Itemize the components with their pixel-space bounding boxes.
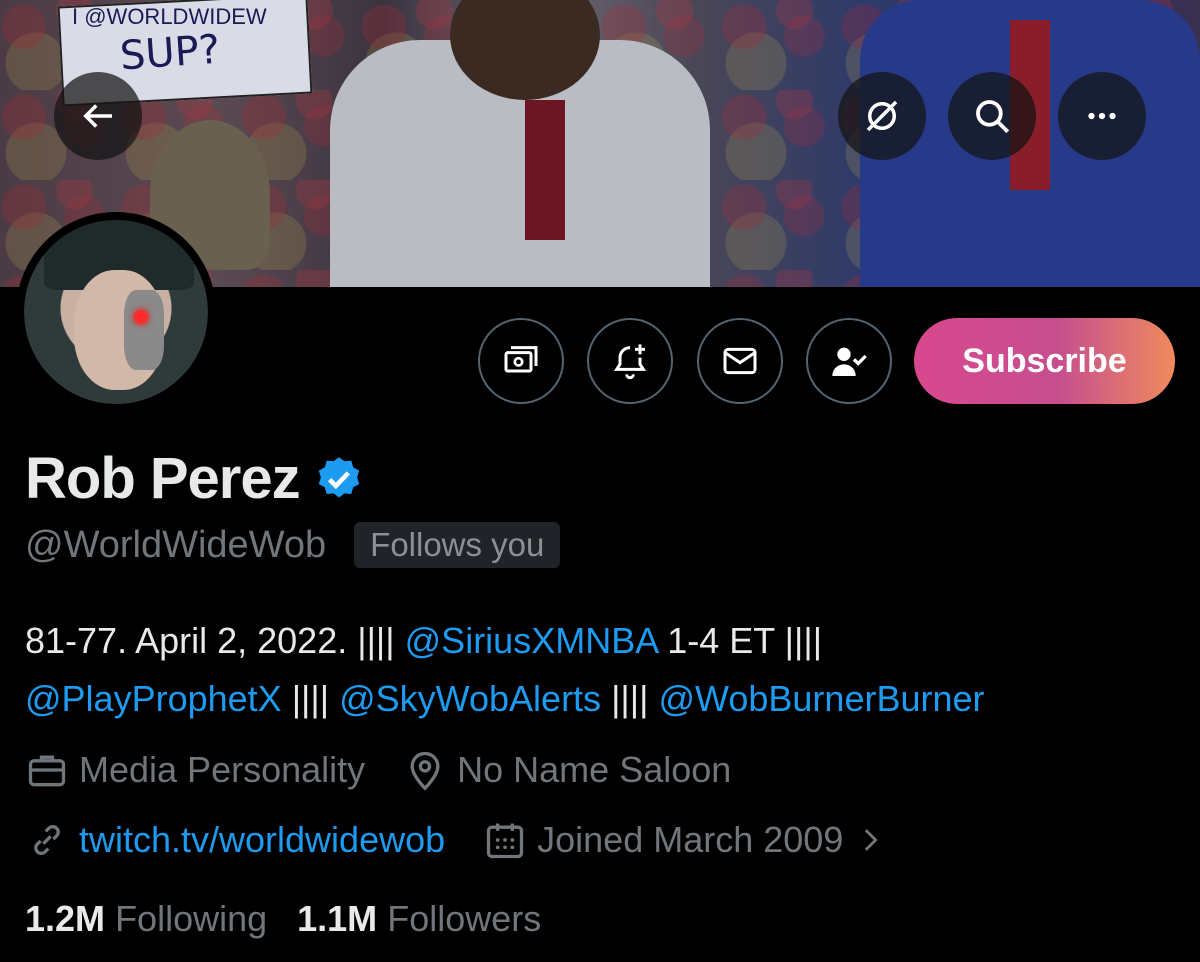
- website-item[interactable]: twitch.tv/worldwidewob: [25, 818, 445, 862]
- bell-plus-icon: [613, 344, 647, 380]
- following-label: Following: [115, 898, 268, 939]
- calendar-icon: [486, 823, 524, 859]
- profile-meta-row-2: twitch.tv/worldwidewob Joined March 2009: [25, 818, 925, 862]
- category-text: Media Personality: [79, 749, 366, 790]
- search-button[interactable]: [948, 72, 1036, 160]
- joined-item[interactable]: Joined March 2009: [483, 818, 887, 862]
- banner-person-left-tie: [525, 100, 565, 240]
- briefcase-icon: [28, 755, 66, 787]
- location-text: No Name Saloon: [457, 749, 732, 790]
- back-button[interactable]: [54, 72, 142, 160]
- category-item: Media Personality: [25, 748, 365, 792]
- mention-skywobalerts[interactable]: @SkyWobAlerts: [339, 678, 601, 719]
- avatar-photo: [24, 220, 208, 404]
- follow-stats: 1.2M Following 1.1M Followers: [25, 898, 541, 940]
- followers-stat[interactable]: 1.1M Followers: [297, 898, 541, 940]
- profile-meta-row-1: Media Personality No Name Saloon: [25, 748, 769, 792]
- grok-icon: [866, 100, 898, 132]
- avatar-red-eye: [134, 310, 148, 324]
- location-item: No Name Saloon: [403, 748, 731, 792]
- website-link[interactable]: twitch.tv/worldwidewob: [79, 819, 445, 861]
- profile-avatar[interactable]: [16, 212, 216, 412]
- mention-siriusxmnba[interactable]: @SiriusXMNBA: [405, 620, 658, 661]
- envelope-icon: [723, 347, 757, 375]
- person-check-icon: [832, 347, 867, 376]
- following-stat[interactable]: 1.2M Following: [25, 898, 267, 940]
- name-row: Rob Perez: [25, 445, 364, 512]
- banner-sign-line1: I @WORLDWIDEW: [72, 4, 267, 29]
- following-count: 1.2M: [25, 898, 106, 939]
- search-icon: [976, 100, 1010, 134]
- link-icon: [34, 824, 60, 856]
- more-dots-icon: [1088, 112, 1116, 120]
- back-arrow-icon: [83, 104, 112, 128]
- bio-separator: ||||: [281, 678, 340, 719]
- notifications-button[interactable]: [587, 318, 673, 404]
- user-handle: @WorldWideWob: [25, 523, 327, 566]
- display-name: Rob Perez: [25, 446, 301, 511]
- follows-you-badge: Follows you: [354, 522, 561, 568]
- message-button[interactable]: [697, 318, 783, 404]
- mention-wobburnerburner[interactable]: @WobBurnerBurner: [658, 678, 984, 719]
- bio-text: 1-4 ET ||||: [657, 620, 823, 661]
- verified-badge-icon[interactable]: [314, 454, 364, 504]
- profile-bio: 81-77. April 2, 2022. |||| @SiriusXMNBA …: [25, 612, 1185, 728]
- banner-sign-line2: SUP?: [118, 26, 222, 80]
- location-pin-icon: [410, 751, 440, 791]
- following-button[interactable]: [806, 318, 892, 404]
- handle-row: @WorldWideWob Follows you: [25, 522, 561, 568]
- followers-label: Followers: [387, 898, 542, 939]
- avatar-robot-face: [124, 290, 164, 370]
- money-icon: [504, 346, 538, 373]
- tip-button[interactable]: [478, 318, 564, 404]
- more-button[interactable]: [1058, 72, 1146, 160]
- joined-text: Joined March 2009: [537, 819, 844, 860]
- followers-count: 1.1M: [297, 898, 378, 939]
- bio-separator: ||||: [601, 678, 659, 719]
- grok-button[interactable]: [838, 72, 926, 160]
- chevron-right-icon: [865, 829, 879, 851]
- mention-playprophetx[interactable]: @PlayProphetX: [25, 678, 282, 719]
- bio-text: 81-77. April 2, 2022. ||||: [25, 620, 405, 661]
- subscribe-button[interactable]: Subscribe: [914, 318, 1175, 404]
